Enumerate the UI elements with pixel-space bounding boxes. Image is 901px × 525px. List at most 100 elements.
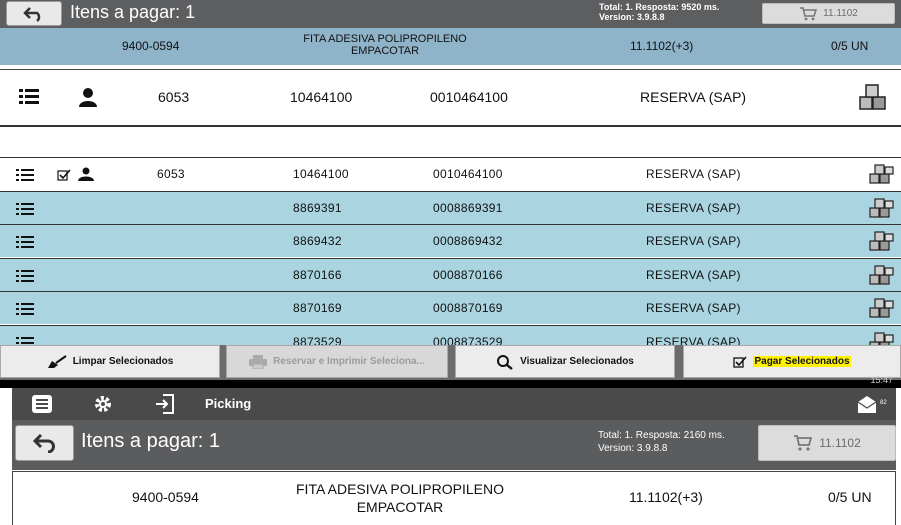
list-icon[interactable] xyxy=(16,202,34,215)
logout-icon[interactable] xyxy=(152,392,178,416)
row-id: 6053 xyxy=(157,167,185,181)
mail-count: 82 xyxy=(880,400,887,406)
user-icon xyxy=(79,88,97,107)
cart-value: 11.1102 xyxy=(823,8,858,19)
cart-icon xyxy=(800,6,818,20)
menu-icon[interactable] xyxy=(29,392,55,416)
row-type: RESERVA (SAP) xyxy=(646,301,741,315)
checkbox-checked-icon[interactable] xyxy=(57,169,71,181)
row-code: 10464100 xyxy=(293,167,349,181)
list-icon[interactable] xyxy=(16,236,34,249)
row-code: 8873529 xyxy=(293,334,342,346)
boxes-icon[interactable] xyxy=(868,264,896,287)
page-title: Itens a pagar: 1 xyxy=(70,2,196,22)
selected-row[interactable]: 6053 10464100 0010464100 RESERVA (SAP) xyxy=(0,69,901,127)
status-time: 15:47 xyxy=(870,375,893,385)
view-selected-button[interactable]: Visualizar Selecionados xyxy=(455,345,675,378)
bottom-product-code: 9400-0594 xyxy=(132,489,199,505)
boxes-icon[interactable] xyxy=(868,231,896,253)
list-item[interactable]: 6053 10464100 0010464100 RESERVA (SAP) xyxy=(0,157,901,190)
row-code: 8869391 xyxy=(293,200,342,215)
row-code-full: 0008869432 xyxy=(433,234,503,248)
back-button[interactable] xyxy=(6,1,62,26)
list-item[interactable]: 8869391 0008869391 RESERVA (SAP) xyxy=(0,190,901,224)
bottom-page-title: Itens a pagar: 1 xyxy=(81,430,220,452)
list-item[interactable]: 8870169 0008870169 RESERVA (SAP) xyxy=(0,291,901,324)
top-header: Itens a pagar: 1 Total: 1. Resposta: 952… xyxy=(0,0,901,28)
boxes-icon[interactable] xyxy=(868,331,896,346)
bottom-header: Itens a pagar: 1 Total: 1. Resposta: 216… xyxy=(12,420,896,470)
checkbox-icon xyxy=(733,355,748,368)
product-code: 9400-0594 xyxy=(122,39,180,53)
list-icon[interactable] xyxy=(16,336,34,346)
row-code-full: 0008873529 xyxy=(433,334,503,346)
row-code: 10464100 xyxy=(290,89,353,105)
bottom-product-summary: 9400-0594 FITA ADESIVA POLIPROPILENO EMP… xyxy=(12,471,896,525)
row-code-full: 0008869391 xyxy=(433,200,503,215)
bottom-back-button[interactable] xyxy=(15,425,74,461)
row-code: 8870166 xyxy=(293,267,342,282)
bottom-product-quantity: 11.1102(+3) xyxy=(629,489,703,505)
pay-selected-label: Pagar Selecionados xyxy=(753,356,851,367)
row-code: 8870169 xyxy=(293,301,342,315)
bottom-product-description: FITA ADESIVA POLIPROPILENO EMPACOTAR xyxy=(263,480,537,516)
row-id: 6053 xyxy=(158,89,190,105)
boxes-icon[interactable] xyxy=(868,197,896,220)
bottom-product-description-line1: FITA ADESIVA POLIPROPILENO xyxy=(296,481,504,497)
magnifier-icon xyxy=(497,354,513,370)
row-code: 8869432 xyxy=(293,234,342,248)
boxes-icon[interactable] xyxy=(868,164,896,186)
row-type: RESERVA (SAP) xyxy=(646,334,741,346)
bottom-response-info: Total: 1. Resposta: 2160 ms. Version: 3.… xyxy=(598,430,725,455)
row-code-full: 0008870169 xyxy=(433,301,503,315)
list-item[interactable]: 8870166 0008870166 RESERVA (SAP) xyxy=(0,257,901,291)
clear-selected-button[interactable]: Limpar Selecionados xyxy=(0,345,220,378)
row-type: RESERVA (SAP) xyxy=(646,167,741,181)
row-code-full: 0008870166 xyxy=(433,267,503,282)
product-summary: 9400-0594 FITA ADESIVA POLIPROPILENO EMP… xyxy=(0,28,901,65)
mail-button[interactable]: 82 xyxy=(856,391,888,417)
list-item[interactable]: 8873529 0008873529 RESERVA (SAP) xyxy=(0,324,901,346)
row-type: RESERVA (SAP) xyxy=(646,234,741,248)
reserve-print-button[interactable]: Reservar e Imprimir Seleciona... xyxy=(226,345,448,378)
bottom-cart-value: 11.1102 xyxy=(819,436,861,450)
back-arrow-icon xyxy=(23,6,41,22)
nav-title: Picking xyxy=(205,396,252,411)
row-type: RESERVA (SAP) xyxy=(646,200,741,215)
product-quantity: 11.1102(+3) xyxy=(630,39,694,53)
list-icon[interactable] xyxy=(19,89,39,105)
item-list: 6053 10464100 0010464100 RESERVA (SAP) 88693… xyxy=(0,157,901,345)
list-icon[interactable] xyxy=(16,169,34,182)
cart-icon xyxy=(794,435,813,451)
cart-button[interactable]: 11.1102 xyxy=(762,3,895,24)
nav-bar: Picking 82 xyxy=(12,388,896,420)
bottom-version-label: Version: 3.9.8.8 xyxy=(598,442,668,454)
action-bar: Limpar Selecionados Reservar e Imprimir … xyxy=(0,345,901,380)
row-type: RESERVA (SAP) xyxy=(640,89,747,105)
status-bar: 15:47 xyxy=(0,375,901,388)
printer-icon xyxy=(249,354,268,369)
mail-icon xyxy=(857,396,877,413)
view-selected-label: Visualizar Selecionados xyxy=(520,356,634,367)
product-description: FITA ADESIVA POLIPROPILENO EMPACOTAR xyxy=(255,33,515,57)
bottom-product-description-line2: EMPACOTAR xyxy=(356,499,444,515)
product-description-line1: FITA ADESIVA POLIPROPILENO xyxy=(303,33,467,45)
row-code-full: 0010464100 xyxy=(433,167,503,181)
version-label: Version: 3.9.8.8 xyxy=(599,11,665,22)
gear-icon[interactable] xyxy=(90,392,116,416)
bottom-response-total: Total: 1. Resposta: 2160 ms. xyxy=(598,430,725,441)
bottom-cart-button[interactable]: 11.1102 xyxy=(758,425,896,461)
boxes-icon[interactable] xyxy=(868,298,896,320)
row-code-full: 0010464100 xyxy=(430,89,508,105)
list-item[interactable]: 8869432 0008869432 RESERVA (SAP) xyxy=(0,224,901,257)
clear-selected-label: Limpar Selecionados xyxy=(72,356,174,367)
pay-selected-button[interactable]: Pagar Selecionados xyxy=(683,345,901,378)
product-description-line2: EMPACOTAR xyxy=(350,45,420,57)
user-icon xyxy=(78,167,94,181)
list-icon[interactable] xyxy=(16,303,34,316)
response-info: Total: 1. Resposta: 9520 ms. Version: 3.… xyxy=(599,2,719,23)
broom-icon xyxy=(47,354,67,368)
row-type: RESERVA (SAP) xyxy=(646,267,741,282)
list-icon[interactable] xyxy=(16,269,34,282)
boxes-icon[interactable] xyxy=(857,83,889,113)
